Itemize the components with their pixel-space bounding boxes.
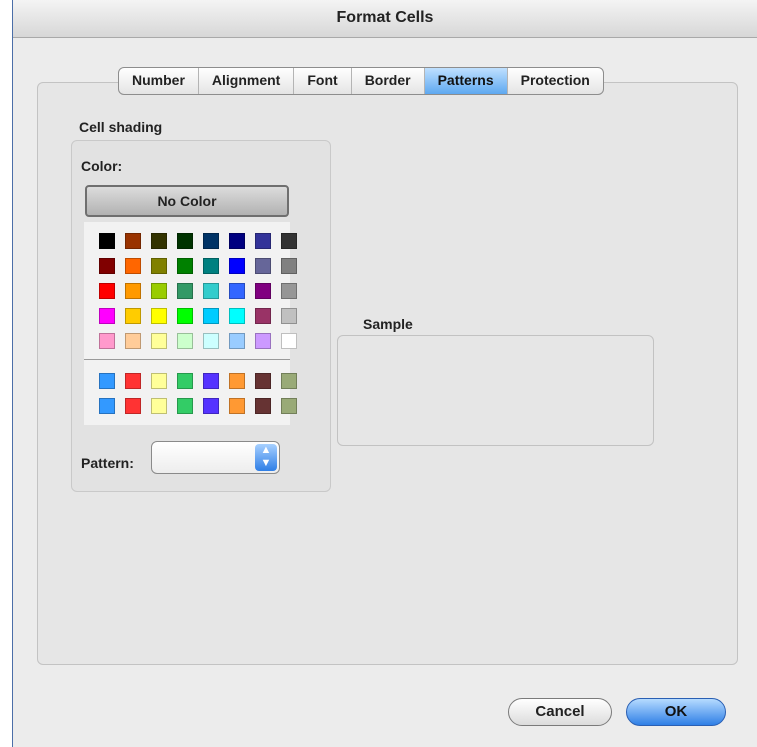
color-swatch[interactable] [281,283,297,299]
chart-color-swatch[interactable] [99,373,115,389]
color-swatch[interactable] [99,333,115,349]
color-swatch[interactable] [151,233,167,249]
color-swatch[interactable] [151,308,167,324]
color-swatch[interactable] [281,308,297,324]
pattern-select[interactable]: ▲ ▼ [151,441,280,474]
color-label: Color: [81,158,123,174]
color-swatch[interactable] [151,283,167,299]
tab-border[interactable]: Border [352,68,425,94]
color-swatch[interactable] [151,258,167,274]
color-swatch[interactable] [125,233,141,249]
cell-shading-label: Cell shading [79,119,163,135]
color-swatch[interactable] [177,233,193,249]
no-color-button[interactable]: No Color [85,185,289,217]
color-swatch[interactable] [281,333,297,349]
chart-color-swatch[interactable] [229,373,245,389]
tab-protection[interactable]: Protection [508,68,603,94]
color-swatch[interactable] [177,333,193,349]
color-swatch[interactable] [125,333,141,349]
chart-color-swatch[interactable] [203,398,219,414]
color-swatch[interactable] [203,283,219,299]
title-bar[interactable]: Format Cells [13,0,757,38]
chart-color-swatch[interactable] [281,398,297,414]
palette-divider [84,359,290,360]
color-swatch[interactable] [229,308,245,324]
sample-label: Sample [363,316,413,332]
color-swatch[interactable] [125,283,141,299]
color-swatch[interactable] [255,233,271,249]
color-swatch[interactable] [255,283,271,299]
color-swatch[interactable] [281,258,297,274]
color-swatch[interactable] [255,333,271,349]
color-swatch[interactable] [99,233,115,249]
color-swatch[interactable] [229,283,245,299]
color-swatch[interactable] [177,258,193,274]
color-swatch[interactable] [151,333,167,349]
color-swatch[interactable] [203,258,219,274]
chart-color-swatch[interactable] [177,373,193,389]
chart-color-swatch[interactable] [203,373,219,389]
chart-color-swatch[interactable] [255,373,271,389]
color-swatch[interactable] [281,233,297,249]
color-swatch[interactable] [255,308,271,324]
color-swatch[interactable] [203,308,219,324]
color-swatch[interactable] [177,308,193,324]
chart-color-swatch[interactable] [151,373,167,389]
color-swatch[interactable] [229,233,245,249]
tab-alignment[interactable]: Alignment [199,68,295,94]
ok-button[interactable]: OK [626,698,726,726]
updown-arrows-icon: ▲ ▼ [255,444,277,471]
color-swatch[interactable] [229,258,245,274]
tab-font[interactable]: Font [294,68,352,94]
color-swatch[interactable] [203,333,219,349]
color-swatch[interactable] [125,258,141,274]
chart-color-swatch[interactable] [281,373,297,389]
color-swatch[interactable] [99,283,115,299]
tab-bar: Number Alignment Font Border Patterns Pr… [118,67,604,95]
color-swatch[interactable] [125,308,141,324]
chart-color-swatch[interactable] [229,398,245,414]
color-swatch[interactable] [229,333,245,349]
tab-patterns[interactable]: Patterns [424,68,508,94]
window-title: Format Cells [336,9,434,26]
color-swatch[interactable] [203,233,219,249]
sample-preview [337,335,654,446]
chart-color-swatch[interactable] [177,398,193,414]
pattern-label: Pattern: [81,455,134,471]
chart-color-swatch[interactable] [151,398,167,414]
color-swatch[interactable] [99,258,115,274]
chart-color-swatch[interactable] [125,373,141,389]
chart-color-swatch[interactable] [255,398,271,414]
chart-color-swatch[interactable] [125,398,141,414]
color-swatch[interactable] [99,308,115,324]
cancel-button[interactable]: Cancel [508,698,612,726]
color-swatch[interactable] [177,283,193,299]
tab-number[interactable]: Number [119,68,199,94]
color-swatch[interactable] [255,258,271,274]
chart-color-swatch[interactable] [99,398,115,414]
